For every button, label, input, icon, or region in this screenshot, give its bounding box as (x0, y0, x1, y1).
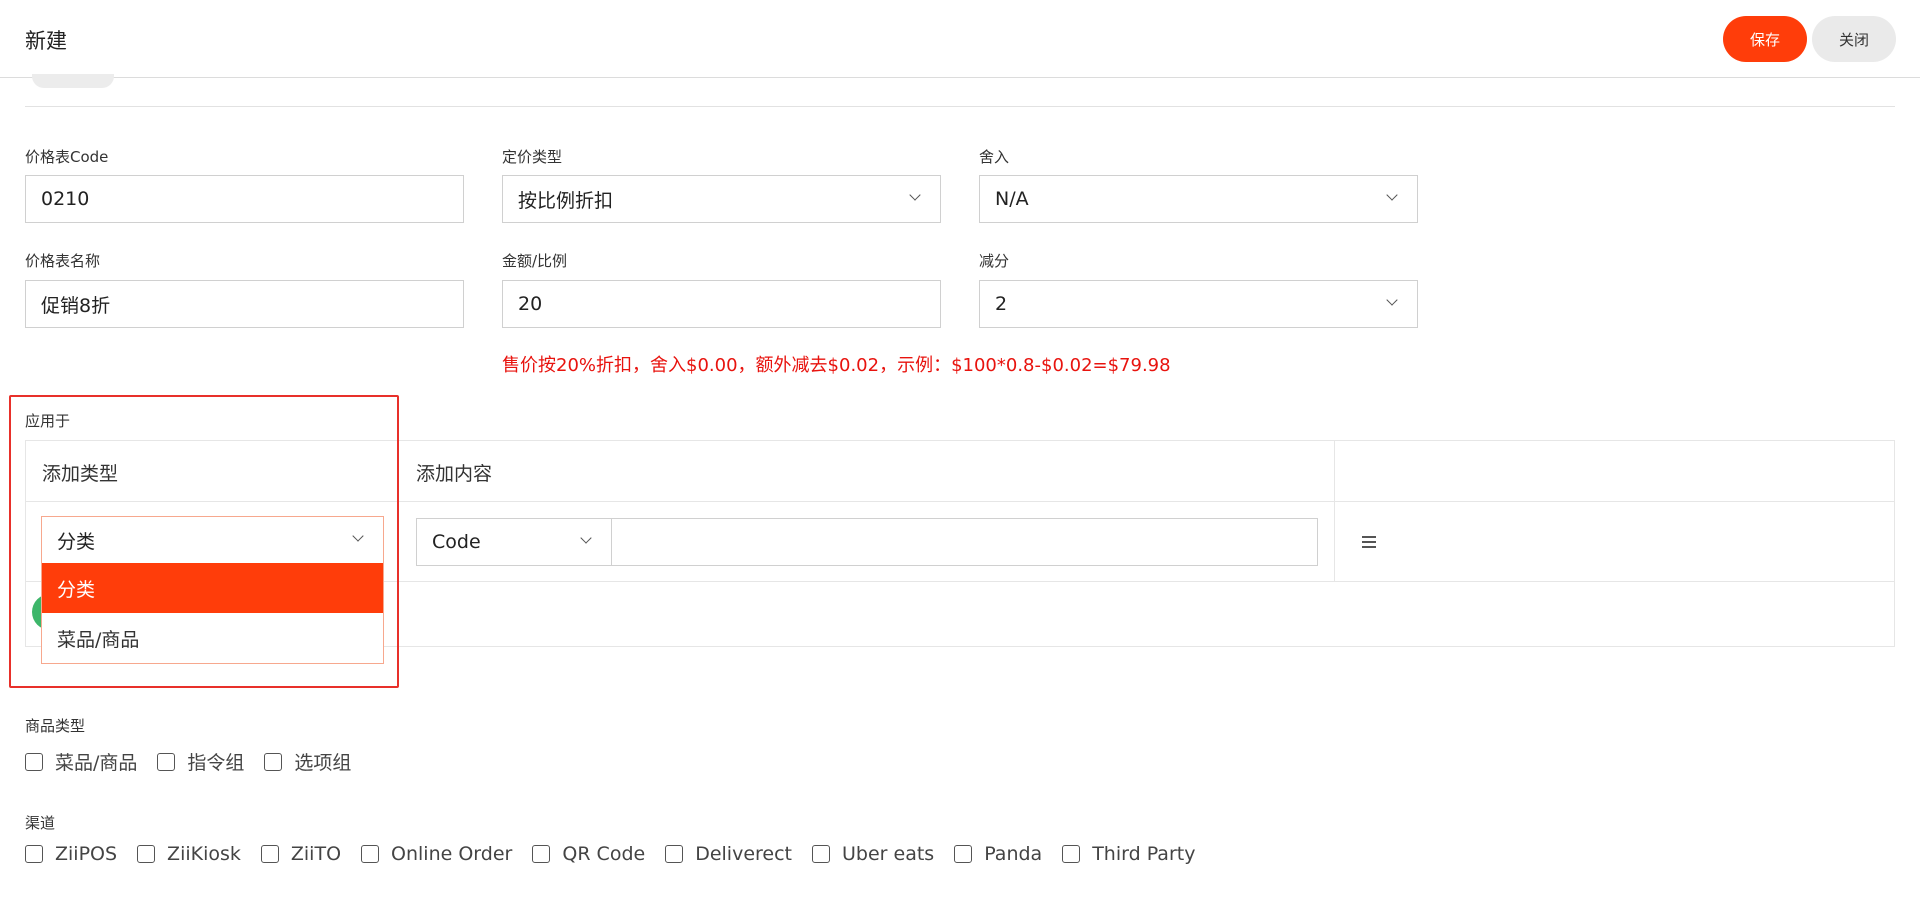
content-type-value: Code (432, 531, 481, 553)
checkbox-label: Third Party (1092, 843, 1196, 865)
checkbox-label: 菜品/商品 (55, 752, 138, 774)
rounding-value: N/A (995, 188, 1029, 210)
checkbox-ziikiosk[interactable] (137, 845, 156, 863)
code-input[interactable]: 0210 (25, 175, 464, 223)
amount-ratio-value: 20 (518, 293, 543, 315)
checkbox-label: QR Code (562, 843, 646, 865)
deduct-select[interactable]: 2 (979, 280, 1418, 328)
product-types-group: 菜品/商品 指令组 选项组 (25, 748, 371, 775)
checkbox-panda[interactable] (954, 845, 973, 863)
page-title: 新建 (25, 29, 67, 53)
highlight-box (9, 395, 399, 688)
chevron-down-icon (908, 190, 922, 204)
save-button[interactable]: 保存 (1723, 16, 1807, 62)
pricing-type-label: 定价类型 (502, 148, 563, 166)
checkbox-label: Online Order (391, 843, 513, 865)
drag-handle-icon[interactable] (1362, 536, 1378, 550)
chevron-down-icon (1385, 190, 1399, 204)
name-label: 价格表名称 (25, 252, 101, 270)
close-button[interactable]: 关闭 (1812, 16, 1896, 62)
checkbox-label: Deliverect (695, 843, 792, 865)
rounding-select[interactable]: N/A (979, 175, 1418, 223)
checkbox-label: ZiiKiosk (167, 843, 241, 865)
content-type-select[interactable]: Code (416, 518, 612, 566)
chevron-down-icon (579, 533, 593, 547)
deduct-value: 2 (995, 293, 1008, 315)
checkbox-deliverect[interactable] (665, 845, 684, 863)
content-input[interactable] (611, 518, 1318, 566)
checkbox-label: ZiiTO (290, 843, 342, 865)
chevron-down-icon (1385, 295, 1399, 309)
checkbox-label: ZiiPOS (55, 843, 118, 865)
name-input[interactable]: 促销8折 (25, 280, 464, 328)
rounding-label: 舍入 (979, 148, 1010, 166)
section-divider (25, 106, 1895, 107)
amount-ratio-input[interactable]: 20 (502, 280, 941, 328)
checkbox-label: 指令组 (187, 752, 245, 774)
pricing-type-value: 按比例折扣 (518, 189, 614, 212)
column-divider (1334, 441, 1335, 582)
checkbox-third-party[interactable] (1062, 845, 1081, 863)
amount-ratio-label: 金额/比例 (502, 252, 568, 270)
channels-group: ZiiPOS ZiiKiosk ZiiTO Online Order QR Co… (25, 843, 1215, 865)
checkbox-instruction-group[interactable] (157, 752, 176, 771)
page-header: 新建 保存 关闭 (0, 0, 1920, 78)
checkbox-qr-code[interactable] (532, 845, 551, 863)
checkbox-label: Panda (984, 843, 1043, 865)
checkbox-ziito[interactable] (260, 845, 279, 863)
checkbox-online-order[interactable] (361, 845, 380, 863)
checkbox-uber-eats[interactable] (812, 845, 830, 863)
checkbox-label: Uber eats (842, 843, 935, 865)
product-types-label: 商品类型 (25, 717, 86, 735)
deduct-label: 减分 (979, 252, 1010, 270)
channels-label: 渠道 (25, 814, 56, 832)
code-label: 价格表Code (25, 148, 109, 166)
checkbox-ziipos[interactable] (25, 845, 43, 863)
col-header-content: 添加内容 (416, 463, 493, 485)
tab-stub[interactable] (32, 74, 114, 88)
pricing-hint: 售价按20%折扣，舍入$0.00，额外减去$0.02，示例：$100*0.8-$… (502, 355, 1171, 376)
checkbox-option-group[interactable] (264, 752, 283, 771)
pricing-type-select[interactable]: 按比例折扣 (502, 175, 941, 223)
checkbox-label: 选项组 (294, 752, 352, 774)
name-value: 促销8折 (41, 294, 111, 317)
checkbox-product[interactable] (25, 752, 43, 771)
code-value: 0210 (41, 188, 90, 210)
